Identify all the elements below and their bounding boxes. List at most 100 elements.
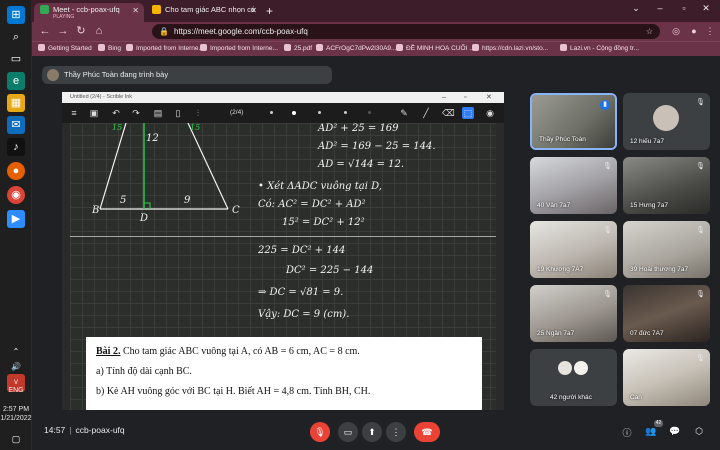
paste-icon: ▤ bbox=[153, 108, 163, 118]
back-icon[interactable]: ← bbox=[38, 24, 52, 38]
undo-icon: ↶ bbox=[112, 108, 120, 118]
participant-tile[interactable]: 🎙 07 đức 7A7 bbox=[623, 285, 710, 342]
tab-meet[interactable]: Meet - ccb-poax-ufq PLAYING ✕ bbox=[34, 3, 144, 22]
leave-call-button[interactable]: ☎ bbox=[414, 422, 440, 442]
address-bar[interactable]: 🔒 https://meet.google.com/ccb-poax-ufq ☆ bbox=[152, 24, 660, 39]
page-icon: ▯ bbox=[175, 108, 181, 118]
bookmark-item[interactable]: ĐỀ MINH HOẠ CUỐI ... bbox=[396, 44, 475, 52]
info-icon[interactable]: ⓘ bbox=[620, 426, 634, 439]
participant-name: 25 Ngân 7a7 bbox=[537, 330, 575, 337]
store-icon[interactable]: ▦ bbox=[7, 94, 25, 112]
clock-date[interactable]: 1/21/2022 bbox=[0, 414, 32, 423]
meet-controls-bar: 14:57 | ccb-poax-ufq 🎙 ▭ ⬆ ⋮ ☎ ⓘ 👥 42 💬 ⬡ bbox=[32, 416, 720, 450]
menu-icon: ≡ bbox=[71, 108, 77, 118]
chrome-icon[interactable]: ◉ bbox=[7, 186, 25, 204]
home-icon[interactable]: ⌂ bbox=[92, 24, 106, 38]
bookmark-item[interactable]: Bing bbox=[98, 44, 121, 52]
tab-search-icon[interactable]: ⌄ bbox=[626, 3, 646, 14]
board-line: Có: AC² = DC² + AD² bbox=[258, 199, 366, 210]
board-divider bbox=[70, 236, 496, 237]
reload-icon[interactable]: ↻ bbox=[74, 24, 88, 38]
task-view-icon[interactable]: ▭ bbox=[7, 50, 25, 68]
new-tab-icon[interactable]: + bbox=[266, 4, 273, 18]
notification-icon[interactable]: ▢ bbox=[7, 430, 25, 448]
board-label: B bbox=[92, 205, 100, 216]
activities-icon[interactable]: ⬡ bbox=[692, 426, 706, 437]
problem-statement: Cho tam giác ABC vuông tại A, có AB = 6 … bbox=[122, 346, 360, 357]
participant-name: 40 Vân 7a7 bbox=[537, 202, 571, 209]
tab-title: Cho tam giác ABC nhọn có AB bbox=[165, 5, 255, 14]
folder-icon bbox=[200, 44, 207, 51]
bookmark-star-icon[interactable]: ☆ bbox=[646, 24, 653, 39]
bookmark-item[interactable]: Lazi.vn - Cộng đồng tr... bbox=[560, 44, 639, 52]
close-tab-icon[interactable]: ✕ bbox=[132, 6, 139, 15]
eraser-icon: ⌫ bbox=[442, 108, 455, 118]
pen-size-medium-icon bbox=[292, 111, 296, 115]
lock-icon[interactable]: 🔒 bbox=[159, 24, 169, 39]
pen-size-small-icon bbox=[270, 111, 273, 114]
ink-toolbar: ≡ ▣ ↶ ↷ ▤ ▯ ⫶ (2/4) ✎ ╱ ⌫ ⬚ ◉ bbox=[62, 103, 504, 123]
whiteboard: 15 15 12 B 5 D 9 C AD² + 25 = 169 AD² = … bbox=[70, 123, 496, 410]
shared-window-title: Untitled (2/4) - Scrible Ink bbox=[70, 94, 133, 100]
bookmark-item[interactable]: Imported from Interne... bbox=[200, 44, 278, 52]
presenter-text: Thầy Phúc Toàn đang trình bày bbox=[64, 70, 169, 79]
bookmark-item[interactable]: Getting Started bbox=[38, 44, 92, 52]
menu-icon[interactable]: ⋮ bbox=[704, 25, 716, 37]
meeting-time: 14:57 bbox=[44, 425, 66, 435]
mail-icon[interactable]: ✉ bbox=[7, 116, 25, 134]
zoom-icon[interactable]: ▶ bbox=[7, 210, 25, 228]
participant-tile[interactable]: 🎙 40 Vân 7a7 bbox=[530, 157, 617, 214]
mic-off-icon: 🎙 bbox=[696, 355, 705, 362]
pen-icon: ✎ bbox=[400, 108, 408, 118]
participant-tile[interactable]: 🎙 12 hiếu 7a7 bbox=[623, 93, 710, 150]
bookmark-item[interactable]: ACFrOgC7dPw2l30A9... bbox=[316, 44, 396, 52]
participant-tile[interactable]: 🎙 25 Ngân 7a7 bbox=[530, 285, 617, 342]
meet-favicon-icon bbox=[40, 5, 49, 14]
participant-name: Thầy Phúc Toàn bbox=[539, 136, 586, 143]
participant-tile[interactable]: ▮ Thầy Phúc Toàn bbox=[530, 93, 617, 150]
globe-icon bbox=[284, 44, 291, 51]
people-icon[interactable]: 👥 bbox=[644, 426, 658, 437]
bookmark-item[interactable]: 25.pdf bbox=[284, 44, 312, 52]
tab-lazi[interactable]: Cho tam giác ABC nhọn có AB ✕ bbox=[146, 3, 262, 22]
bookmark-item[interactable]: Imported from Interne... bbox=[126, 44, 204, 52]
speaking-icon: ▮ bbox=[600, 100, 610, 110]
bookmark-item[interactable]: https://cdn.lazi.vn/sto... bbox=[472, 44, 548, 52]
firefox-icon[interactable]: ● bbox=[7, 162, 25, 180]
more-participants-tile[interactable]: 42 người khác bbox=[530, 349, 617, 406]
participant-tile[interactable]: 🎙 15 Hưng 7a7 bbox=[623, 157, 710, 214]
participant-tile[interactable]: 🎙 19 Khương 7A7 bbox=[530, 221, 617, 278]
browser-chrome: Meet - ccb-poax-ufq PLAYING ✕ Cho tam gi… bbox=[32, 0, 720, 56]
tab-playing-label: PLAYING bbox=[53, 14, 75, 20]
extension-icon[interactable]: ◎ bbox=[670, 25, 682, 37]
shared-window-titlebar: Untitled (2/4) - Scrible Ink – ▫ ✕ bbox=[62, 92, 504, 103]
language-indicator[interactable]: ENG bbox=[0, 386, 32, 395]
participant-avatar bbox=[574, 361, 588, 375]
tiktok-icon[interactable]: ♪ bbox=[7, 138, 25, 156]
more-options-button[interactable]: ⋮ bbox=[386, 422, 406, 442]
clock-time[interactable]: 2:57 PM bbox=[0, 405, 32, 414]
chat-icon[interactable]: 💬 bbox=[668, 426, 682, 437]
minimize-icon[interactable]: – bbox=[650, 3, 670, 13]
problem-line-1: Bài 2. Cho tam giác ABC vuông tại A, có … bbox=[96, 342, 472, 362]
maximize-icon: ▫ bbox=[464, 94, 467, 101]
participant-tile[interactable]: 🎙 39 Hoài thương 7a7 bbox=[623, 221, 710, 278]
participant-count-badge: 42 bbox=[654, 420, 663, 427]
forward-icon[interactable]: → bbox=[56, 24, 70, 38]
close-window-icon[interactable]: ✕ bbox=[696, 3, 716, 14]
edge-icon[interactable]: e bbox=[7, 72, 25, 90]
lazi-icon bbox=[472, 44, 479, 51]
mic-off-button[interactable]: 🎙 bbox=[310, 422, 330, 442]
maximize-icon[interactable]: ▫ bbox=[674, 3, 694, 13]
participant-name: Can bbox=[630, 394, 642, 401]
profile-icon[interactable]: ● bbox=[688, 25, 700, 37]
more-participants-label: 42 người khác bbox=[550, 394, 592, 401]
globe-icon bbox=[316, 44, 323, 51]
close-tab-icon[interactable]: ✕ bbox=[250, 6, 257, 15]
search-icon[interactable]: ⌕ bbox=[7, 28, 25, 46]
mic-off-icon: 🎙 bbox=[696, 99, 705, 106]
present-button[interactable]: ⬆ bbox=[362, 422, 382, 442]
windows-start-icon[interactable]: ⊞ bbox=[7, 6, 25, 24]
camera-button[interactable]: ▭ bbox=[338, 422, 358, 442]
participant-tile[interactable]: 🎙 Can bbox=[623, 349, 710, 406]
